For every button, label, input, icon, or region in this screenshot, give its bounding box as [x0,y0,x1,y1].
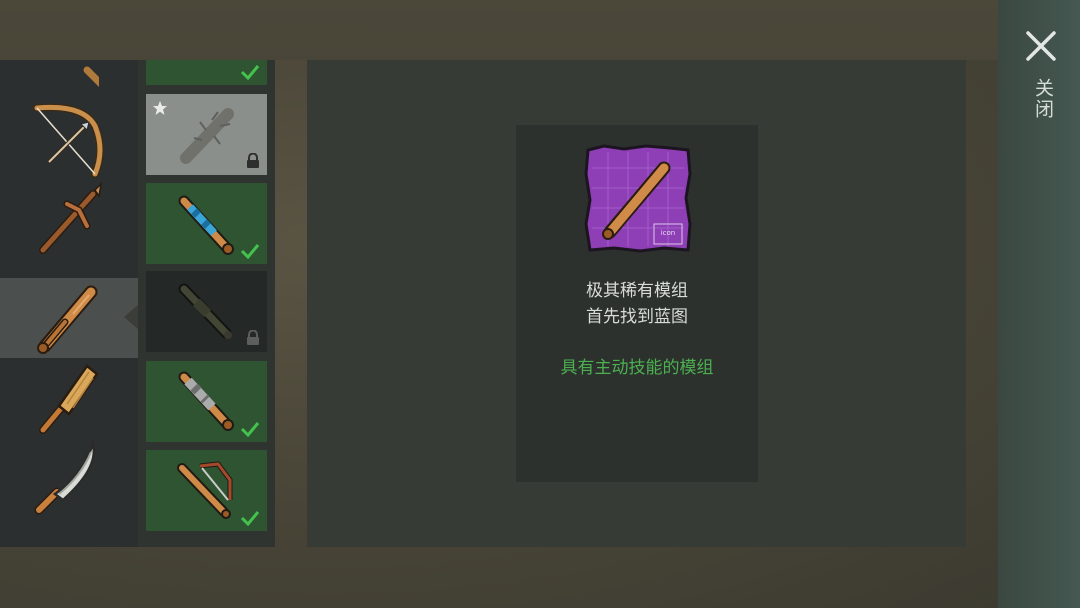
check-icon [240,244,260,259]
close-icon [1026,31,1056,61]
blueprint-icon-label: icon [661,229,676,237]
mod-slot-saw[interactable] [146,450,267,531]
machete-icon [34,439,96,515]
weapon-partial-icon [83,66,99,87]
wooden-paddle-icon [39,364,99,434]
bow-icon [33,103,104,178]
baseball-bat-icon [37,285,98,354]
selection-arrow [124,305,138,329]
check-icon [240,511,260,526]
close-button[interactable] [1022,28,1060,64]
weapon-item-partial[interactable] [0,60,138,100]
check-icon [240,65,260,80]
top-band [0,0,1000,60]
saw-bat-mod-icon [176,460,232,519]
mod-unlock-hint: 首先找到蓝图 [586,307,688,327]
pickaxe-icon [39,181,103,254]
pipe-bat-mod-icon [178,283,232,339]
star-icon [153,101,167,115]
weapon-item-pickaxe[interactable] [0,180,138,260]
lock-icon [247,153,259,168]
mod-slot-taped[interactable] [146,183,267,264]
metal-sleeve-bat-mod-icon [178,371,234,431]
check-icon [240,422,260,437]
weapon-item-paddle[interactable] [0,358,138,438]
lock-icon [247,330,259,345]
mod-skill-text: 具有主动技能的模组 [560,358,714,378]
baseball-bat-blueprint-icon: icon [584,144,692,253]
weapon-list [0,60,138,547]
mod-slot-pipe[interactable] [146,271,267,352]
mod-slot-spiked[interactable] [146,94,267,175]
spiked-bat-mod-icon [179,107,234,164]
weapon-item-bow[interactable] [0,100,138,180]
weapon-item-baseball-bat[interactable] [0,278,138,358]
weapon-item-machete[interactable] [0,438,138,518]
mod-slot-partial[interactable] [146,60,267,85]
mod-list [138,60,275,547]
mod-rarity-text: 极其稀有模组 [586,281,688,301]
mod-slot-sleeve[interactable] [146,361,267,442]
close-label[interactable]: 关闭 [1028,78,1054,120]
taped-bat-mod-icon [178,195,234,255]
